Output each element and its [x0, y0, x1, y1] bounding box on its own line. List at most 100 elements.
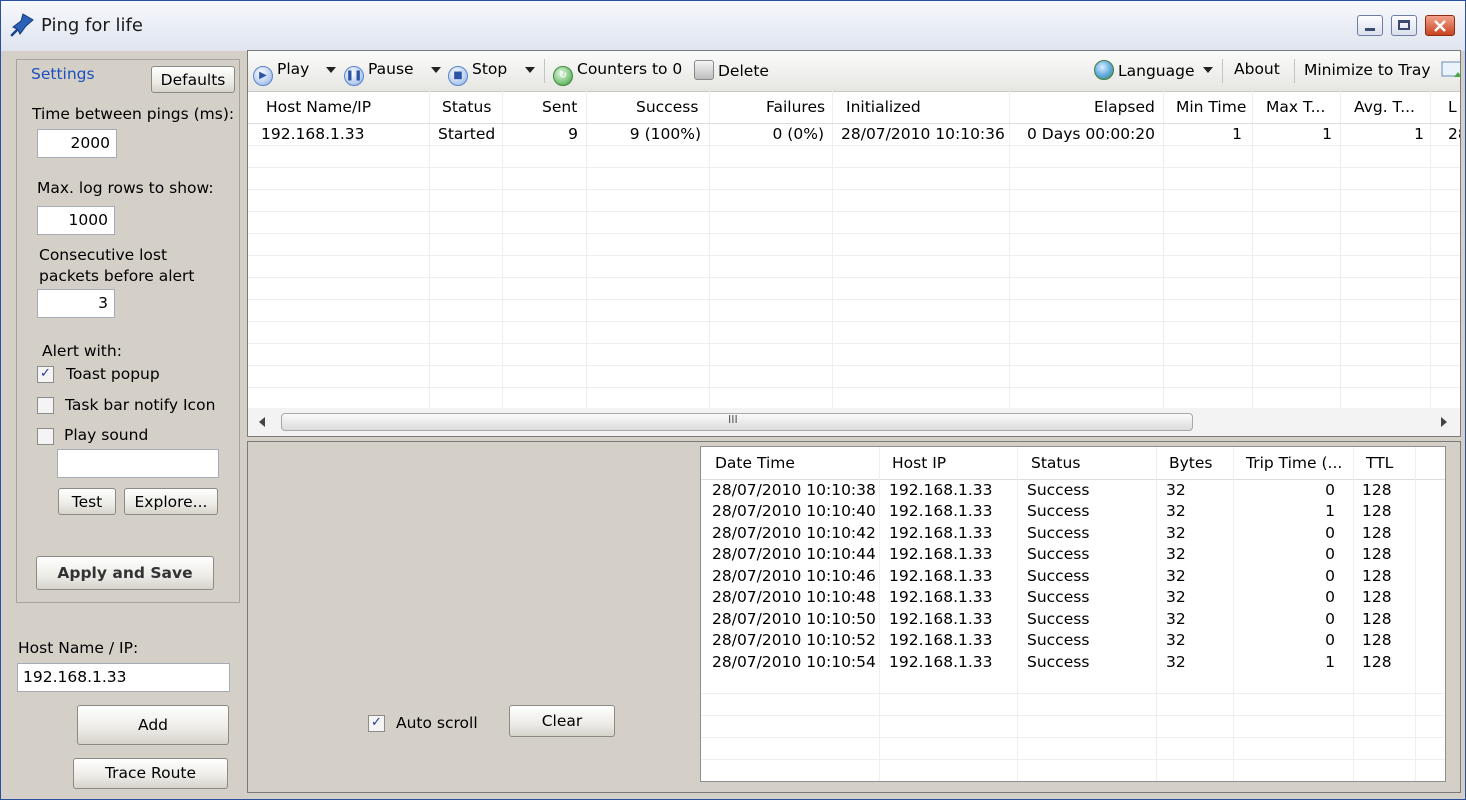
log-cell-trip-time: 0: [1325, 524, 1335, 542]
language-button[interactable]: Language: [1094, 60, 1195, 80]
col-l[interactable]: L: [1448, 98, 1457, 116]
cell-max-time: 1: [1322, 125, 1332, 143]
auto-scroll-checkbox[interactable]: ✓: [368, 715, 385, 732]
grid-line: [248, 233, 1460, 234]
consecutive-input[interactable]: 3: [37, 289, 115, 318]
col-initialized[interactable]: Initialized: [846, 98, 921, 116]
col-host[interactable]: Host Name/IP: [266, 98, 371, 116]
title-bar[interactable]: Ping for life: [1, 1, 1465, 51]
log-cell-ttl: 128: [1362, 588, 1392, 606]
log-cell-trip-time: 0: [1325, 545, 1335, 563]
col-max-time[interactable]: Max T...: [1266, 98, 1325, 116]
log-cell-trip-time: 0: [1325, 567, 1335, 585]
log-col-host-ip[interactable]: Host IP: [892, 454, 946, 472]
cell-l: 28: [1448, 125, 1460, 143]
log-col-ttl[interactable]: TTL: [1366, 454, 1393, 472]
log-cell-bytes: 32: [1166, 653, 1186, 671]
toolbar-separator: [1294, 59, 1295, 83]
taskbar-checkbox[interactable]: [37, 397, 54, 414]
col-avg-time[interactable]: Avg. T...: [1354, 98, 1415, 116]
sound-checkbox[interactable]: [37, 428, 54, 445]
language-dropdown-arrow[interactable]: [1203, 67, 1213, 73]
log-cell-bytes: 32: [1166, 481, 1186, 499]
cell-failures: 0 (0%): [772, 125, 824, 143]
scroll-right-icon[interactable]: [1440, 417, 1448, 427]
cell-initialized: 28/07/2010 10:10:36: [841, 125, 1005, 143]
col-success[interactable]: Success: [636, 98, 698, 116]
time-between-label: Time between pings (ms):: [32, 105, 235, 123]
col-elapsed[interactable]: Elapsed: [1094, 98, 1155, 116]
counters-reset-button[interactable]: ↻ Counters to 0: [553, 60, 682, 86]
log-cell-trip-time: 0: [1325, 588, 1335, 606]
log-cell-trip-time: 1: [1325, 653, 1335, 671]
toolbar-separator: [544, 59, 545, 83]
explore-button[interactable]: Explore...: [124, 488, 218, 515]
grid-line: [248, 255, 1460, 256]
max-log-input[interactable]: 1000: [37, 206, 115, 235]
time-between-input[interactable]: 2000: [37, 129, 117, 158]
add-host-button[interactable]: Add: [77, 705, 229, 745]
grid-line: [429, 91, 430, 409]
cell-elapsed: 0 Days 00:00:20: [1026, 125, 1155, 143]
minimize-to-tray-button[interactable]: Minimize to Tray: [1304, 60, 1460, 80]
stop-button[interactable]: ■ Stop: [448, 60, 507, 86]
col-status[interactable]: Status: [442, 98, 491, 116]
toast-label: Toast popup: [66, 365, 160, 383]
log-cell-ttl: 128: [1362, 502, 1392, 520]
log-col-trip-time[interactable]: Trip Time (...: [1246, 454, 1342, 472]
log-cell-status: Success: [1027, 631, 1090, 649]
delete-button[interactable]: Delete: [694, 60, 769, 80]
window-title: Ping for life: [41, 15, 143, 36]
settings-title: Settings: [31, 65, 95, 83]
log-col-datetime[interactable]: Date Time: [715, 454, 795, 472]
log-cell-trip-time: 0: [1325, 481, 1335, 499]
col-min-time[interactable]: Min Time: [1176, 98, 1246, 116]
grid-line: [248, 277, 1460, 278]
grid-line: [248, 343, 1460, 344]
pause-icon: ❚❚: [344, 66, 364, 86]
horizontal-scrollbar[interactable]: III: [248, 408, 1460, 436]
play-button[interactable]: ▶ Play: [253, 60, 309, 86]
log-cell-datetime: 28/07/2010 10:10:52: [712, 631, 876, 649]
log-cell-datetime: 28/07/2010 10:10:40: [712, 502, 876, 520]
app-pin-icon: [10, 13, 34, 37]
pause-dropdown-arrow[interactable]: [431, 67, 441, 73]
refresh-icon: ↻: [553, 66, 573, 86]
log-cell-bytes: 32: [1166, 502, 1186, 520]
col-failures[interactable]: Failures: [766, 98, 825, 116]
log-cell-host-ip: 192.168.1.33: [889, 631, 993, 649]
close-button[interactable]: [1425, 15, 1455, 36]
log-cell-datetime: 28/07/2010 10:10:42: [712, 524, 876, 542]
apply-save-button[interactable]: Apply and Save: [36, 556, 214, 590]
log-cell-bytes: 32: [1166, 545, 1186, 563]
log-cell-ttl: 128: [1362, 545, 1392, 563]
grid-line: [248, 387, 1460, 388]
about-button[interactable]: About: [1234, 60, 1280, 78]
maximize-button[interactable]: [1391, 15, 1417, 36]
minimize-button[interactable]: [1357, 15, 1383, 36]
stop-dropdown-arrow[interactable]: [525, 67, 535, 73]
sound-file-input[interactable]: [57, 449, 219, 478]
scroll-left-icon[interactable]: [258, 417, 266, 427]
col-sent[interactable]: Sent: [542, 98, 577, 116]
cell-host: 192.168.1.33: [261, 125, 365, 143]
toolbar-separator: [1222, 59, 1223, 83]
play-dropdown-arrow[interactable]: [326, 67, 336, 73]
log-cell-ttl: 128: [1362, 481, 1392, 499]
toast-checkbox[interactable]: ✓: [37, 366, 54, 383]
grid-line: [879, 447, 880, 781]
log-col-bytes[interactable]: Bytes: [1169, 454, 1213, 472]
pause-button[interactable]: ❚❚ Pause: [344, 60, 414, 86]
log-col-status[interactable]: Status: [1031, 454, 1080, 472]
log-cell-host-ip: 192.168.1.33: [889, 567, 993, 585]
log-cell-datetime: 28/07/2010 10:10:54: [712, 653, 876, 671]
trace-route-button[interactable]: Trace Route: [73, 758, 228, 789]
defaults-button[interactable]: Defaults: [151, 66, 235, 93]
grid-line: [701, 759, 1445, 760]
clear-log-button[interactable]: Clear: [509, 705, 615, 737]
log-cell-ttl: 128: [1362, 653, 1392, 671]
scrollbar-thumb[interactable]: III: [281, 413, 1193, 431]
test-sound-button[interactable]: Test: [58, 488, 116, 515]
host-input[interactable]: 192.168.1.33: [17, 663, 230, 692]
grid-line: [832, 91, 833, 409]
